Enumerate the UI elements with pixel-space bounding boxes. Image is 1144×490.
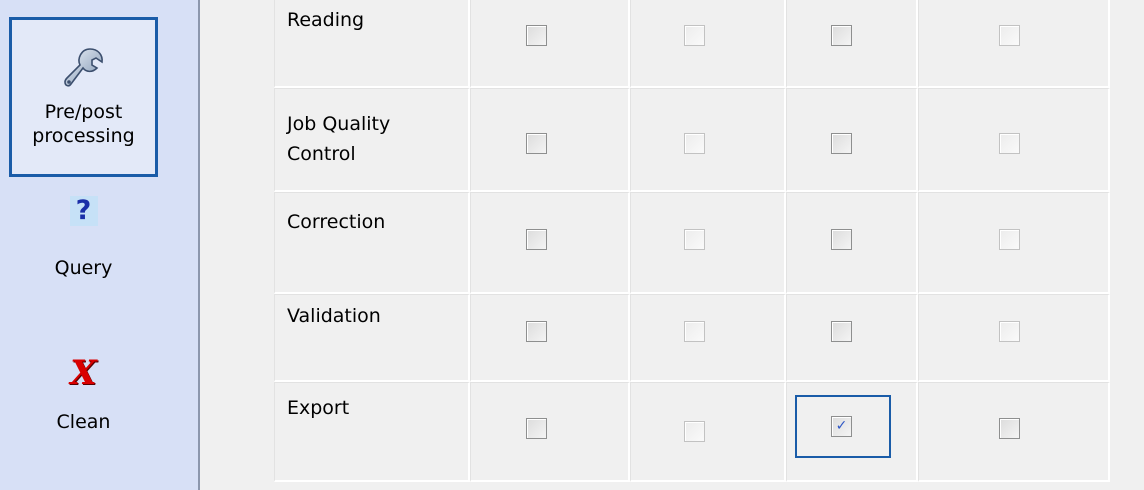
red-x-icon: X [70,353,97,393]
row-checkbox[interactable] [684,321,705,342]
grid-cell [918,382,1110,482]
permission-grid: Reading Job Quality Control Correction V… [202,0,1144,490]
row-checkbox[interactable] [526,418,547,439]
grid-cell [470,192,630,294]
row-label-cell: Correction [274,192,470,294]
navigation-sidebar: Pre/post processing ? Query X Clean [0,0,200,490]
row-label-cell: Export [274,382,470,482]
wrench-icon [12,46,155,90]
row-label: Job Quality Control [287,113,391,165]
grid-cell [918,88,1110,192]
row-label-cell: Reading [274,0,470,88]
row-checkbox[interactable] [831,25,852,46]
row-checkbox[interactable] [999,25,1020,46]
question-mark-icon: ? [9,196,158,226]
row-checkbox[interactable] [684,421,705,442]
row-checkbox[interactable] [831,321,852,342]
nav-item-label: Pre/post processing [32,101,135,147]
nav-item-query[interactable]: ? Query [9,190,158,290]
grid-cell [918,192,1110,294]
row-checkbox[interactable] [999,229,1020,250]
row-label-cell: Validation [274,294,470,382]
row-label: Export [287,397,350,419]
nav-item-clean[interactable]: X Clean [9,350,158,450]
row-checkbox[interactable] [526,321,547,342]
row-checkbox[interactable] [684,25,705,46]
nav-item-pre-post-processing[interactable]: Pre/post processing [9,17,158,177]
grid-cell [470,0,630,88]
row-checkbox[interactable] [526,229,547,250]
row-label: Validation [287,305,381,327]
row-checkbox[interactable] [999,133,1020,154]
row-label-cell: Job Quality Control [274,88,470,192]
row-checkbox[interactable] [999,418,1020,439]
grid-row-export: Export ✓ [274,382,1110,482]
row-checkbox-checked[interactable]: ✓ [831,416,852,437]
row-label: Reading [287,9,365,31]
grid-cell [786,0,918,88]
row-label: Correction [287,211,386,233]
grid-cell [786,192,918,294]
grid-row-validation: Validation [274,294,1110,382]
grid-cell [918,294,1110,382]
row-checkbox[interactable] [831,133,852,154]
row-checkbox[interactable] [831,229,852,250]
grid-row-correction: Correction [274,192,1110,294]
grid-cell [630,294,786,382]
grid-cell [470,382,630,482]
grid-row-reading: Reading [274,0,1110,88]
row-checkbox[interactable] [684,133,705,154]
grid-cell [786,294,918,382]
grid-cell: ✓ [786,382,918,482]
row-checkbox[interactable] [526,25,547,46]
grid-cell [630,192,786,294]
grid-cell [470,88,630,192]
nav-item-label: Clean [56,411,111,433]
row-checkbox[interactable] [684,229,705,250]
row-checkbox[interactable] [999,321,1020,342]
grid-row-job-quality-control: Job Quality Control [274,88,1110,192]
row-checkbox[interactable] [526,133,547,154]
grid-cell [630,0,786,88]
grid-cell [630,88,786,192]
grid-cell [630,382,786,482]
nav-item-label: Query [54,257,113,279]
grid-cell [470,294,630,382]
checkmark-icon: ✓ [835,418,848,434]
grid-cell [786,88,918,192]
grid-cell [918,0,1110,88]
